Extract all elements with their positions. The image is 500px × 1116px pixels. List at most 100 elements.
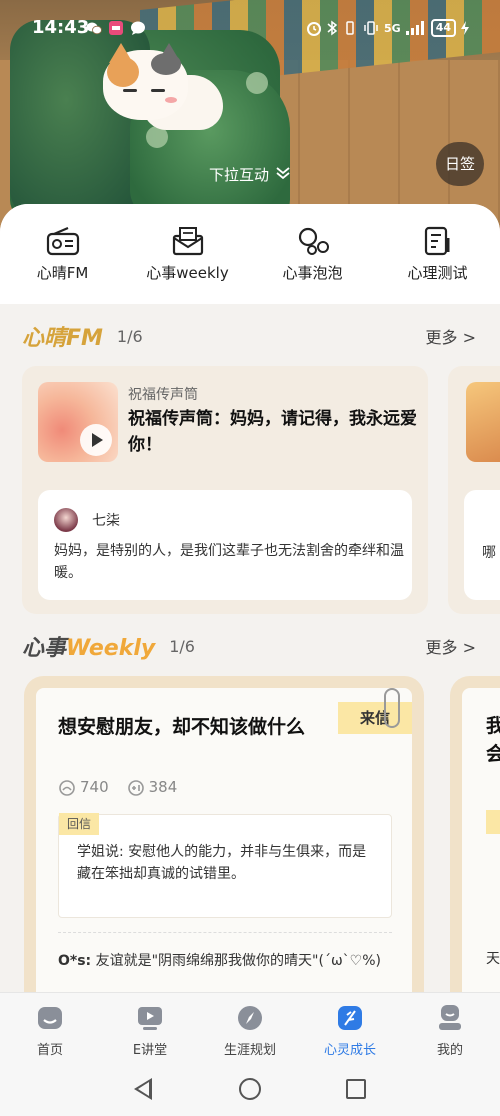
- home-circle-icon[interactable]: [239, 1078, 261, 1100]
- wechat-icon: [86, 22, 102, 35]
- vibrate-icon: [364, 21, 378, 35]
- home-icon: [38, 1007, 62, 1029]
- play-icon[interactable]: [80, 424, 112, 456]
- weekly-card-next[interactable]: 我会 天: [462, 688, 500, 1004]
- fm-card[interactable]: 祝福传声筒 祝福传声筒：妈妈，请记得，我永远爱你！ 七柒 妈妈，是特别的人，是我…: [22, 366, 428, 614]
- weekly-section-logo: 心事Weekly: [22, 630, 155, 662]
- views-stat: 740: [58, 778, 109, 797]
- network-type: 5G: [384, 21, 401, 35]
- views-count: 740: [80, 778, 109, 796]
- pull-interact-tip[interactable]: 下拉互动: [0, 164, 500, 185]
- comment-text: 友谊就是"阴雨绵绵那我做你的晴天"(´ω`♡%): [95, 953, 381, 969]
- mail-icon: [172, 227, 203, 256]
- reply-box[interactable]: 回信 学姐说: 安慰他人的能力，并非与生俱来，而是藏在笨拙却真诚的试错里。: [58, 813, 392, 918]
- divider: [58, 932, 392, 933]
- tab-label: 我的: [436, 1043, 463, 1058]
- feather-icon: [338, 1006, 362, 1030]
- tab-home[interactable]: 首页: [0, 993, 100, 1064]
- message-icon: [131, 21, 145, 35]
- quick-entries: 心晴FM 心事weekly 心事泡泡 心理测试: [0, 204, 500, 304]
- letter-badge: 来信: [338, 702, 412, 734]
- reply-tag: 回信: [59, 813, 99, 835]
- alarm-icon: [307, 22, 321, 36]
- quick-entry-fm[interactable]: 心晴FM: [8, 226, 118, 304]
- tab-label: 生涯规划: [223, 1043, 276, 1058]
- cat-patch: [107, 57, 139, 87]
- paw-print-icon: [246, 72, 268, 94]
- quick-entry-test[interactable]: 心理测试: [383, 226, 493, 304]
- fm-section-logo: 心晴FM: [22, 326, 103, 351]
- weekly-card-title[interactable]: 想安慰朋友，却不知该做什么: [58, 712, 305, 739]
- status-bar: 14:43 5G 44: [0, 0, 500, 58]
- radio-icon: [46, 226, 79, 256]
- weekly-next-title: 我会: [486, 715, 500, 765]
- bottom-tab-bar: 首页 E讲堂 生涯规划 心灵成长 我的: [0, 992, 500, 1064]
- app-badge-icon: [109, 21, 123, 35]
- tab-profile[interactable]: 我的: [400, 993, 500, 1064]
- double-chevron-down-icon: [275, 166, 291, 184]
- comment-username: O*s:: [58, 953, 92, 969]
- test-paper-icon: [424, 226, 449, 256]
- battery-level: 44: [430, 19, 456, 37]
- quick-entry-bubbles[interactable]: 心事泡泡: [258, 226, 368, 304]
- tab-label: 首页: [36, 1043, 63, 1058]
- charging-icon: [461, 21, 469, 35]
- fm-next-text: 哪: [482, 545, 496, 561]
- listeners-icon: [59, 779, 75, 796]
- content-sheet[interactable]: 心晴FM 心事weekly 心事泡泡 心理测试 心晴FM 1/6 更多 > 祝福…: [0, 204, 500, 1004]
- cat-eye: [123, 89, 137, 92]
- quick-entry-label: 心晴FM: [36, 264, 89, 282]
- weekly-comment[interactable]: O*s: 友谊就是"阴雨绵绵那我做你的晴天"(´ω`♡%): [58, 950, 392, 972]
- likes-stat[interactable]: 384: [127, 778, 178, 797]
- pull-tip-label: 下拉互动: [208, 166, 269, 184]
- avatar: [54, 508, 78, 532]
- tab-label: 心灵成长: [323, 1043, 376, 1058]
- likes-count: 384: [148, 778, 178, 796]
- fm-card-tag: 祝福传声筒: [128, 387, 198, 403]
- system-nav-bar: [0, 1064, 500, 1116]
- fm-comment[interactable]: 七柒 妈妈，是特别的人，是我们这辈子也无法割舍的牵绊和温暖。: [38, 490, 412, 600]
- status-notifications: [86, 20, 146, 36]
- video-lecture-icon: [138, 1007, 162, 1030]
- status-time: 14:43: [32, 17, 90, 38]
- paperclip-icon: [384, 688, 400, 728]
- profile-icon: [439, 1005, 461, 1030]
- fm-section-header: 心晴FM 1/6 更多 >: [22, 320, 476, 352]
- quick-entry-label: 心事weekly: [146, 264, 229, 282]
- fm-page-indicator: 1/6: [116, 326, 143, 346]
- daily-checkin-button[interactable]: 日签: [436, 142, 484, 186]
- fm-more-link[interactable]: 更多 >: [426, 324, 477, 348]
- weekly-page-indicator: 1/6: [169, 636, 195, 656]
- fm-cover-image[interactable]: [38, 382, 118, 462]
- tab-growth[interactable]: 心灵成长: [300, 993, 400, 1064]
- signal-icon: [405, 21, 424, 35]
- weekly-more-link[interactable]: 更多 >: [426, 634, 477, 658]
- weekly-logo-part: Weekly: [66, 636, 156, 661]
- weekly-next-tag: [486, 810, 500, 834]
- cat-blush: [165, 97, 177, 103]
- quick-entry-weekly[interactable]: 心事weekly: [133, 226, 243, 304]
- plus-one-icon: [127, 779, 144, 796]
- back-icon[interactable]: [134, 1078, 152, 1100]
- bluetooth-icon: [327, 20, 338, 36]
- tab-lecture[interactable]: E讲堂: [100, 993, 200, 1064]
- reply-text: 学姐说: 安慰他人的能力，并非与生俱来，而是藏在笨拙却真诚的试错里。: [77, 844, 367, 882]
- tab-label: E讲堂: [132, 1043, 168, 1058]
- tab-career[interactable]: 生涯规划: [200, 993, 300, 1064]
- cat-eye: [151, 89, 165, 92]
- compass-icon: [238, 1006, 262, 1030]
- battery-saver-icon: [346, 21, 354, 35]
- status-system-icons: 5G 44: [306, 19, 470, 37]
- comment-username: 七柒: [92, 513, 120, 529]
- quick-entry-label: 心事泡泡: [282, 264, 343, 282]
- fm-card-next[interactable]: 哪: [448, 366, 500, 614]
- recent-apps-icon[interactable]: [346, 1079, 366, 1099]
- weekly-card[interactable]: 想安慰朋友，却不知该做什么 来信 740 384 回信 学姐说: 安慰他人的能力…: [36, 688, 412, 1004]
- weekly-stats: 740 384: [58, 778, 177, 797]
- fm-next-cover: [466, 382, 500, 462]
- fm-card-title[interactable]: 祝福传声筒：妈妈，请记得，我永远爱你！: [128, 406, 418, 458]
- comment-text: 妈妈，是特别的人，是我们这辈子也无法割舍的牵绊和温暖。: [54, 543, 404, 581]
- weekly-logo-part: 心事: [22, 636, 67, 661]
- weekly-section-header: 心事Weekly 1/6 更多 >: [22, 630, 476, 662]
- quick-entry-label: 心理测试: [407, 264, 468, 282]
